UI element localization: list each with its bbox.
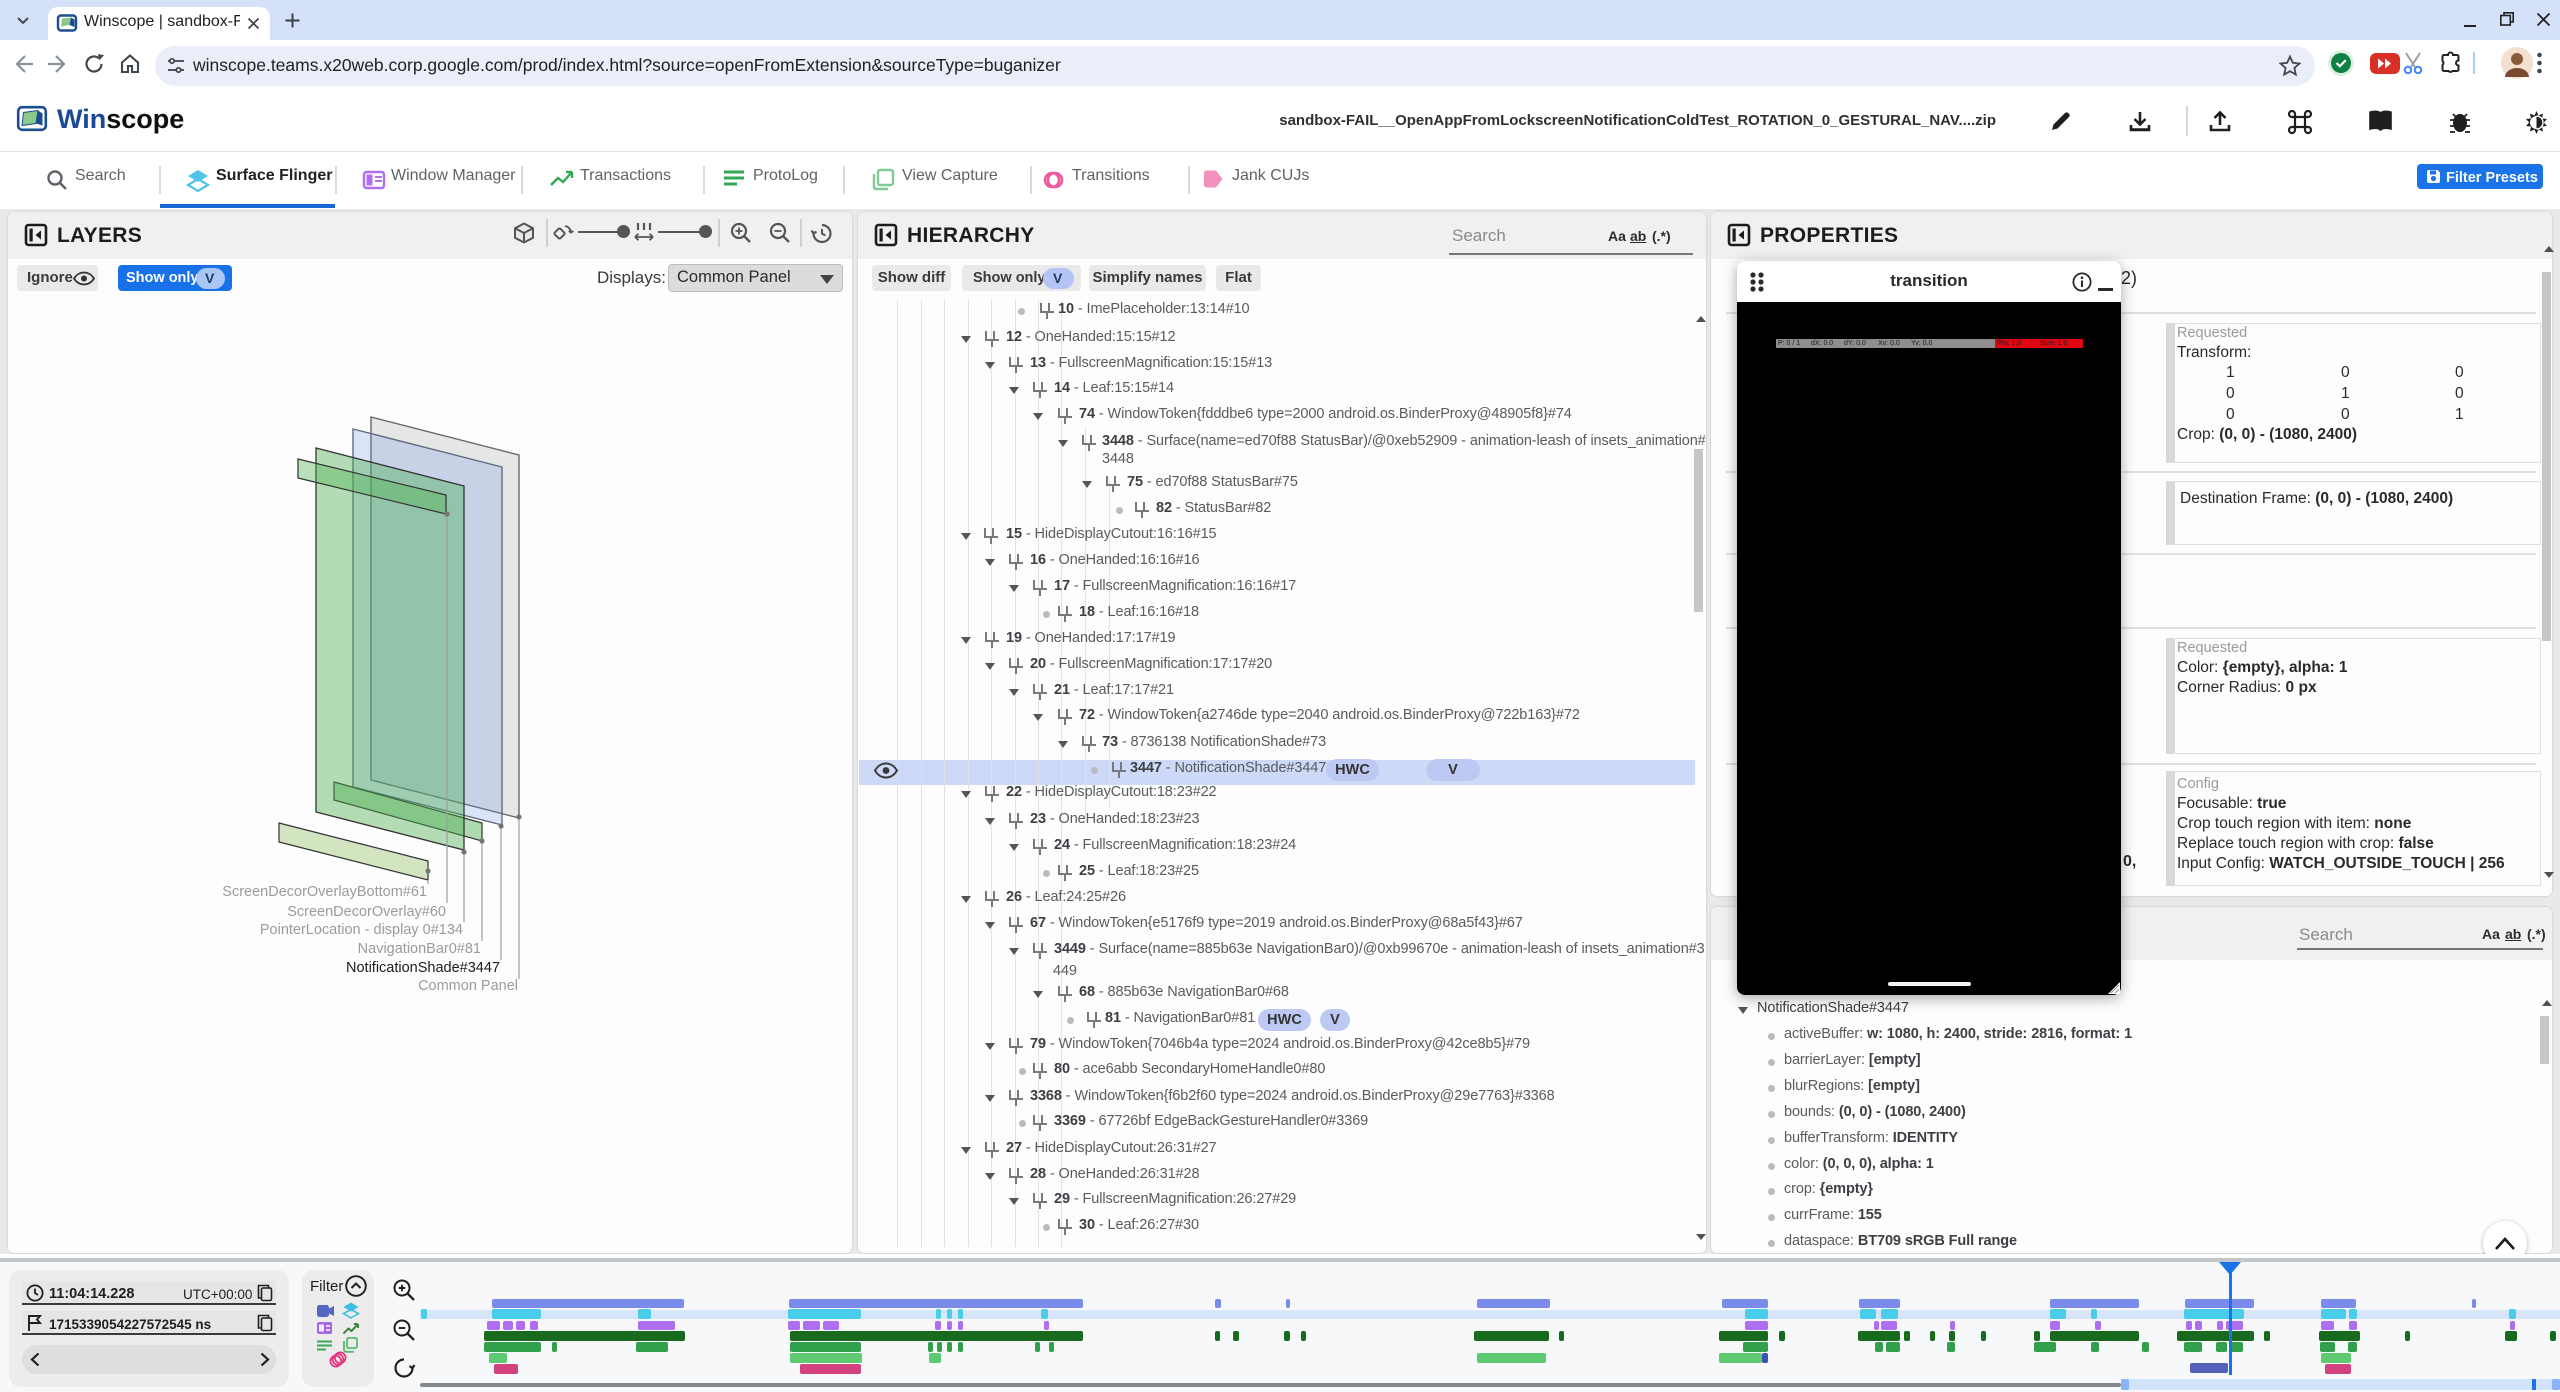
- svg-text:ScreenDecorOverlay#60: ScreenDecorOverlay#60: [287, 904, 446, 920]
- svg-text:NotificationShade#3447: NotificationShade#3447: [346, 960, 500, 976]
- svg-text:Common Panel: Common Panel: [418, 978, 518, 994]
- svg-text:PointerLocation - display 0#13: PointerLocation - display 0#134: [260, 922, 463, 938]
- svg-text:NavigationBar0#81: NavigationBar0#81: [358, 941, 481, 957]
- svg-text:ScreenDecorOverlayBottom#61: ScreenDecorOverlayBottom#61: [222, 884, 427, 900]
